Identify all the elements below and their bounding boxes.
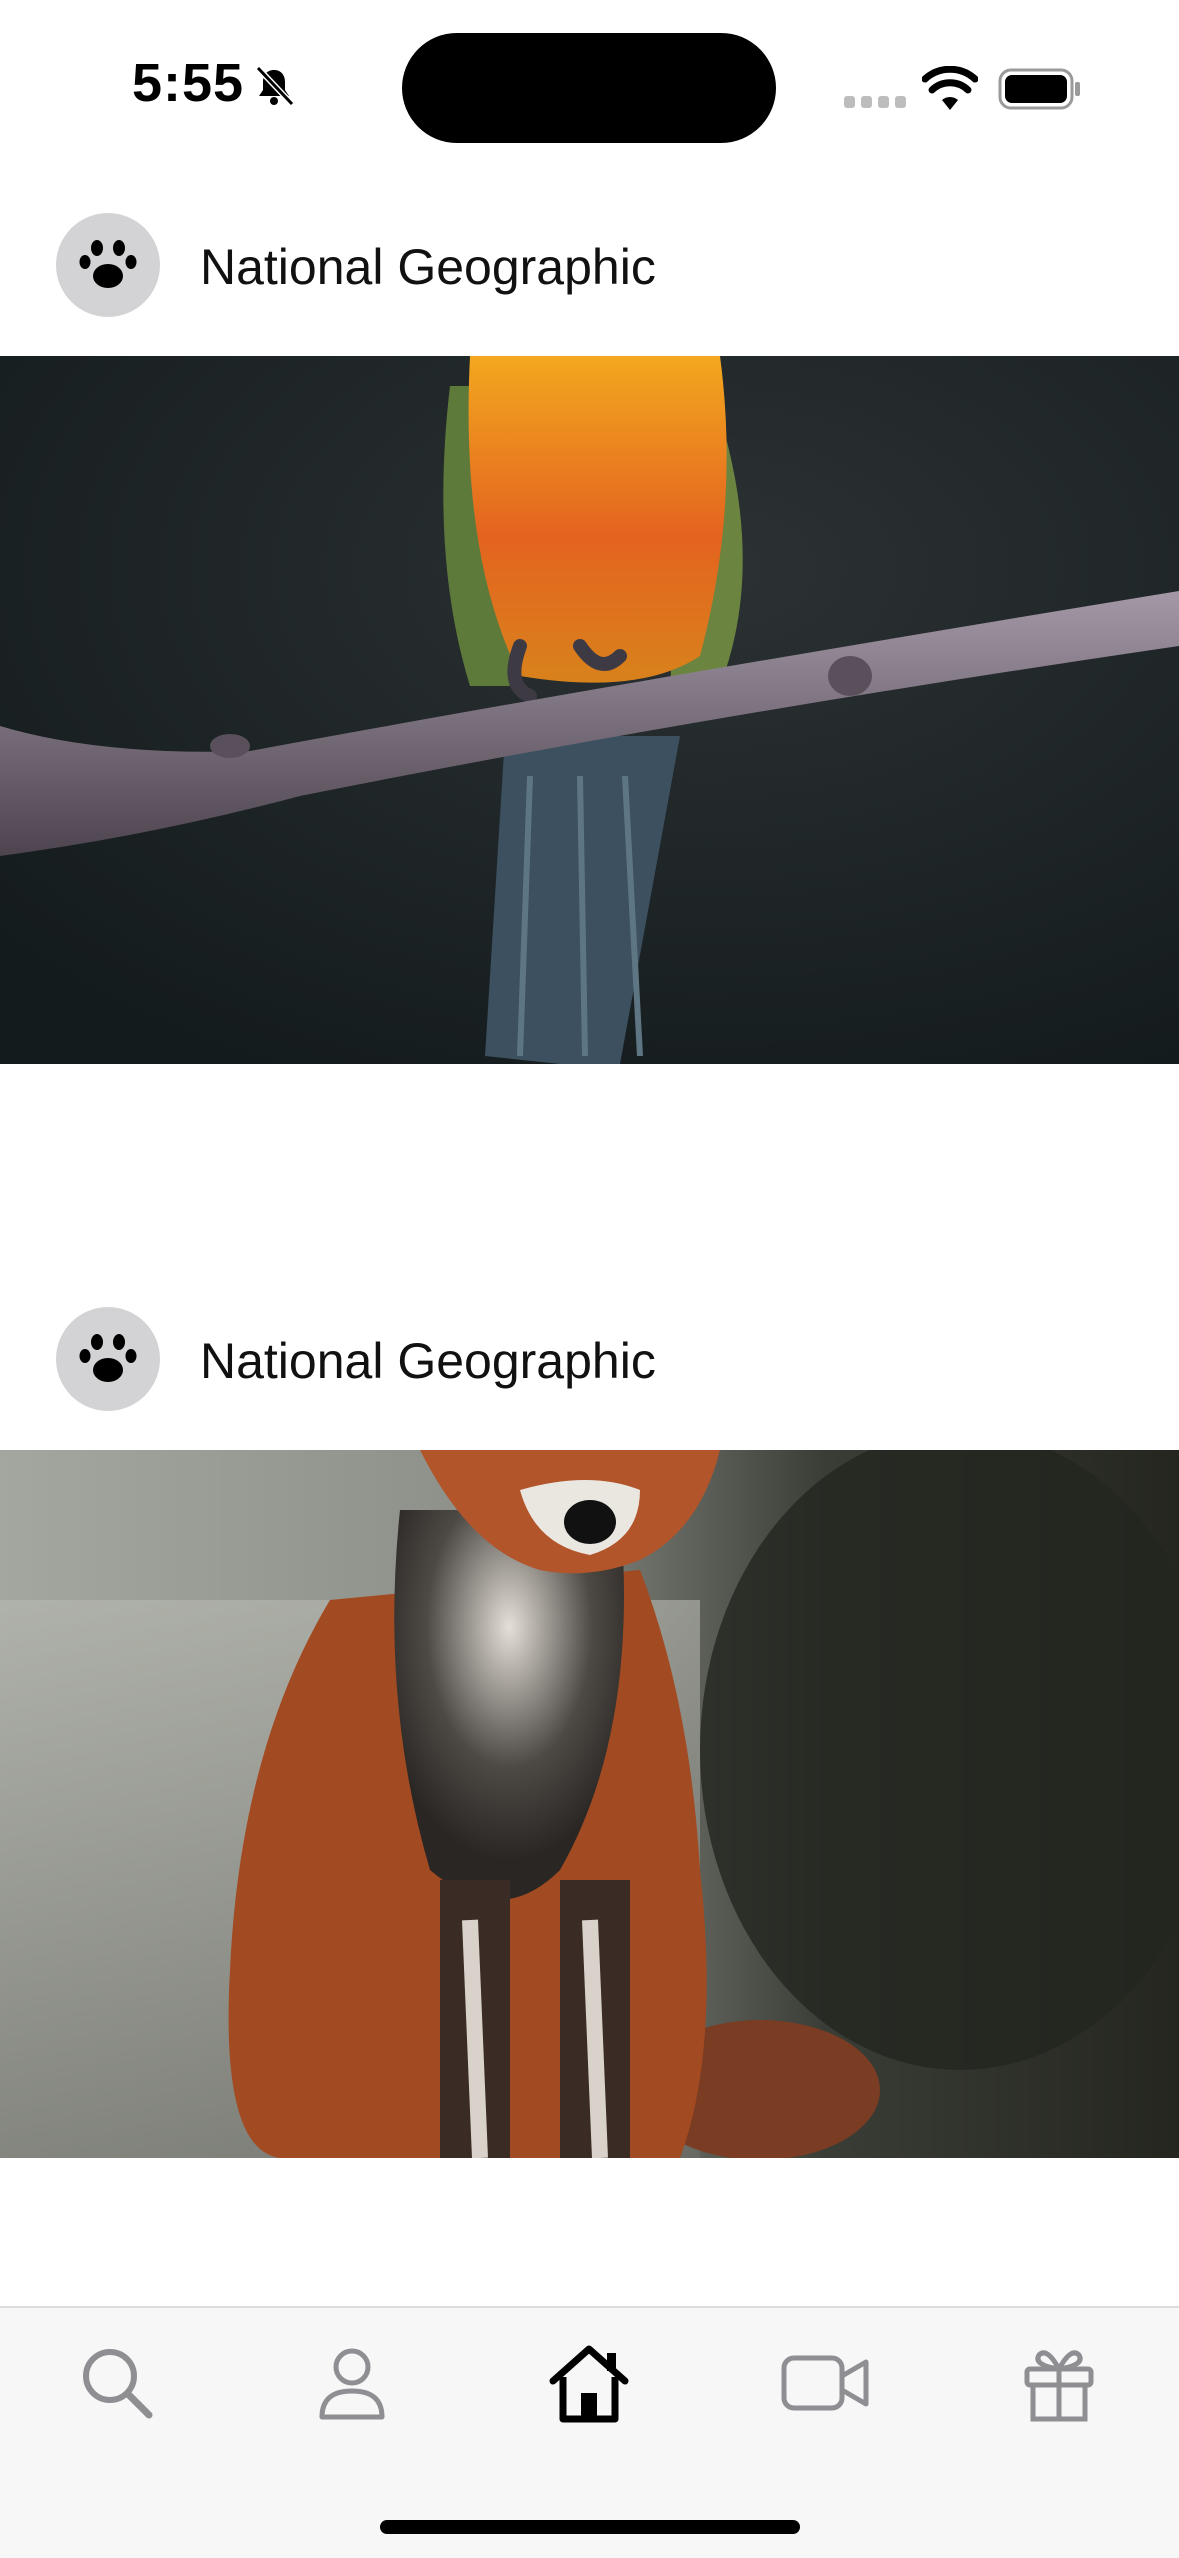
tab-bar (0, 2306, 1179, 2558)
bell-slash-icon (255, 65, 295, 107)
gift-icon (1024, 2350, 1094, 2422)
status-time: 5:55 (132, 53, 245, 113)
post-author[interactable]: National Geographic (200, 238, 656, 296)
search-icon (83, 2349, 153, 2419)
avatar[interactable] (56, 1307, 160, 1411)
tab-video[interactable] (770, 2328, 880, 2438)
battery-icon (998, 68, 1080, 110)
tab-profile[interactable] (297, 2328, 407, 2438)
post-header[interactable]: National Geographic (0, 176, 1179, 356)
dynamic-island (402, 33, 776, 143)
tab-gifts[interactable] (1004, 2328, 1114, 2438)
cellular-signal-icon (844, 96, 906, 108)
feed-post: National Geographic (0, 176, 1179, 1064)
feed-post: National Geographic (0, 1270, 1179, 2158)
home-indicator (380, 2520, 800, 2534)
profile-icon (319, 2348, 385, 2420)
paw-icon (79, 1334, 137, 1382)
status-bar: 5:55 (0, 0, 1179, 176)
wifi-icon (922, 66, 978, 110)
parrot-photo[interactable] (0, 356, 1179, 1064)
home-icon (549, 2345, 629, 2423)
tab-search[interactable] (62, 2328, 172, 2438)
fox-photo[interactable] (0, 1450, 1179, 2158)
paw-icon (79, 240, 137, 288)
video-icon (781, 2355, 869, 2411)
avatar[interactable] (56, 213, 160, 317)
post-header[interactable]: National Geographic (0, 1270, 1179, 1450)
post-author[interactable]: National Geographic (200, 1332, 656, 1390)
tab-home[interactable] (534, 2328, 644, 2438)
